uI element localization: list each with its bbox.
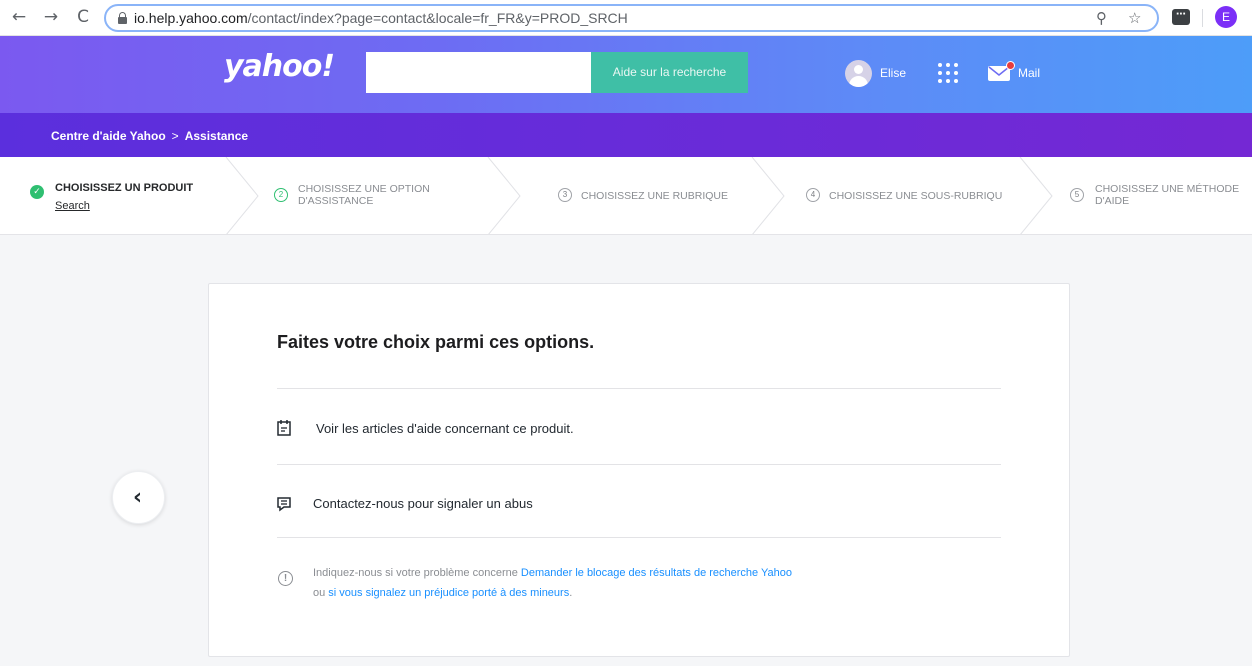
zoom-icon[interactable]: ⚲ bbox=[1096, 9, 1107, 27]
apps-grid-icon[interactable] bbox=[937, 62, 959, 84]
step-number: 4 bbox=[806, 188, 820, 202]
bookmark-star-icon[interactable]: ☆ bbox=[1128, 9, 1141, 27]
divider bbox=[277, 464, 1001, 465]
step-number: 5 bbox=[1070, 188, 1084, 202]
breadcrumb: Centre d'aide Yahoo > Assistance bbox=[51, 129, 248, 143]
info-message: Indiquez-nous si votre problème concerne… bbox=[313, 567, 793, 599]
step-product-link[interactable]: Search bbox=[55, 200, 90, 212]
search-input[interactable] bbox=[366, 52, 591, 93]
chevron-left-icon: ‹ bbox=[133, 485, 143, 510]
back-button[interactable]: ‹ bbox=[112, 471, 165, 524]
step-choose-product[interactable]: ✓ CHOISISSEZ UN PRODUIT Search bbox=[0, 157, 230, 234]
breadcrumb-separator: > bbox=[171, 129, 179, 143]
yahoo-header: yahoo! Aide sur la recherche Elise Mail bbox=[0, 36, 1252, 113]
breadcrumb-current[interactable]: Assistance bbox=[185, 129, 248, 143]
profile-avatar[interactable]: E bbox=[1215, 6, 1237, 28]
breadcrumb-bar: Centre d'aide Yahoo > Assistance bbox=[0, 113, 1252, 157]
forward-arrow-icon[interactable]: → bbox=[40, 6, 62, 28]
page-title: Faites votre choix parmi ces options. bbox=[277, 332, 595, 352]
step-choose-option[interactable]: 2 CHOISISSEZ UNE OPTION D'ASSISTANCE bbox=[258, 157, 490, 234]
step-choose-method[interactable]: 5 CHOISISSEZ UNE MÉTHODE D'AIDE bbox=[1052, 157, 1252, 234]
reload-icon[interactable]: C bbox=[72, 6, 94, 28]
article-icon bbox=[277, 420, 291, 436]
divider bbox=[277, 388, 1001, 389]
step-label: CHOISISSEZ UNE OPTION D'ASSISTANCE bbox=[298, 183, 430, 207]
step-label: CHOISISSEZ UNE MÉTHODE D'AIDE bbox=[1095, 183, 1240, 207]
yahoo-logo[interactable]: yahoo! bbox=[224, 49, 335, 84]
check-icon: ✓ bbox=[30, 185, 44, 199]
step-choose-subtopic[interactable]: 4 CHOISISSEZ UNE SOUS-RUBRIQU bbox=[784, 157, 1020, 234]
browser-toolbar: ← → C io.help.yahoo.com/contact/index?pa… bbox=[0, 0, 1252, 36]
step-label: CHOISISSEZ UNE RUBRIQUE bbox=[581, 190, 729, 202]
steps-progress: ✓ CHOISISSEZ UN PRODUIT Search 2 CHOISIS… bbox=[0, 157, 1252, 235]
step-label: CHOISISSEZ UNE SOUS-RUBRIQU bbox=[829, 190, 1003, 202]
notification-dot bbox=[1006, 61, 1015, 70]
toolbar-divider bbox=[1202, 9, 1203, 27]
step-choose-topic[interactable]: 3 CHOISISSEZ UNE RUBRIQUE bbox=[520, 157, 752, 234]
url-text: io.help.yahoo.com/contact/index?page=con… bbox=[134, 10, 628, 26]
step-number: 2 bbox=[274, 188, 288, 202]
options-card: Faites votre choix parmi ces options. Vo… bbox=[208, 283, 1070, 657]
option-help-articles[interactable]: Voir les articles d'aide concernant ce p… bbox=[316, 421, 574, 436]
address-bar[interactable]: io.help.yahoo.com/contact/index?page=con… bbox=[104, 4, 1159, 32]
info-icon: ! bbox=[278, 571, 293, 586]
divider bbox=[277, 537, 1001, 538]
back-arrow-icon[interactable]: ← bbox=[8, 6, 30, 28]
user-avatar-icon[interactable] bbox=[845, 60, 872, 87]
step-number: 3 bbox=[558, 188, 572, 202]
step-title: CHOISISSEZ UN PRODUIT bbox=[55, 182, 194, 194]
chat-icon bbox=[277, 497, 291, 512]
search-help-button[interactable]: Aide sur la recherche bbox=[591, 52, 748, 93]
block-results-link[interactable]: Demander le blocage des résultats de rec… bbox=[521, 567, 792, 579]
minors-harm-link[interactable]: si vous signalez un préjudice porté à de… bbox=[328, 587, 569, 599]
extension-icon[interactable]: ⋯ bbox=[1172, 9, 1190, 25]
breadcrumb-home[interactable]: Centre d'aide Yahoo bbox=[51, 129, 166, 143]
lock-icon bbox=[118, 12, 127, 24]
user-name[interactable]: Elise bbox=[880, 66, 906, 80]
mail-icon[interactable] bbox=[988, 61, 1015, 81]
mail-link[interactable]: Mail bbox=[1018, 66, 1040, 80]
option-contact-abuse[interactable]: Contactez-nous pour signaler un abus bbox=[313, 496, 533, 511]
